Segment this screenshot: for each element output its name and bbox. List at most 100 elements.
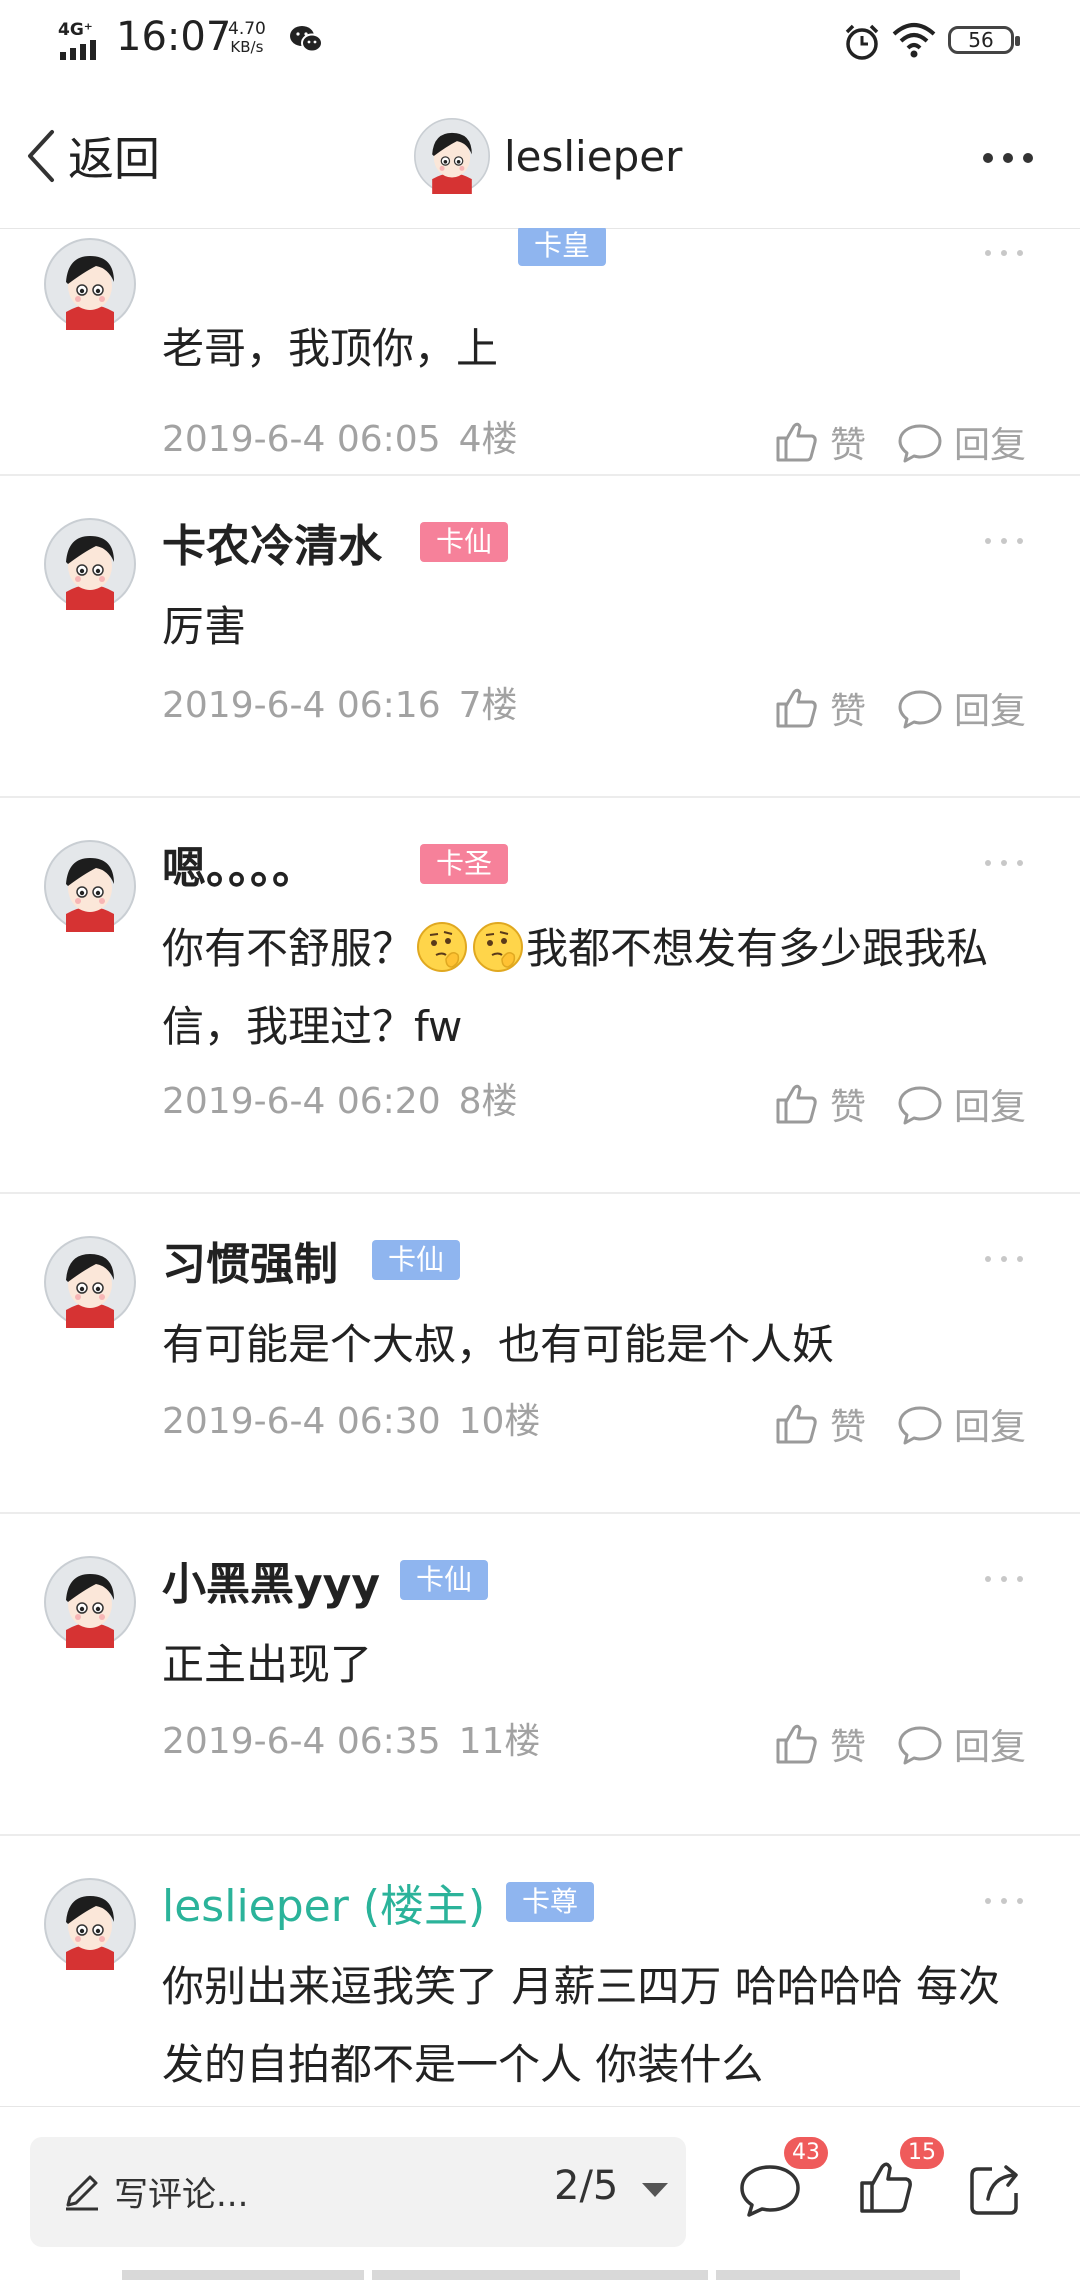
like-button[interactable]: 赞: [772, 416, 866, 468]
network-type: 4G⁺: [58, 20, 93, 40]
more-dots-icon[interactable]: [984, 536, 1024, 546]
comment-meta: 2019-6-4 06:30 10楼: [162, 1392, 540, 1444]
alarm-icon: [845, 24, 879, 60]
like-label: 赞: [830, 1087, 867, 1128]
wechat-icon: [290, 26, 323, 53]
comment-time: 2019-6-4 06:35: [162, 1721, 441, 1762]
like-label: 赞: [830, 691, 867, 732]
avatar[interactable]: [44, 1556, 136, 1648]
comment-time: 2019-6-4 06:16: [162, 685, 441, 726]
reply-label: 回复: [954, 1087, 1027, 1128]
more-dots-icon[interactable]: [984, 858, 1024, 868]
nav-indicator: [716, 2270, 960, 2280]
avatar[interactable]: [44, 1236, 136, 1328]
reply-bubble-icon: [896, 1400, 944, 1448]
floor-number: 7楼: [458, 685, 518, 726]
reply-button[interactable]: 回复: [896, 682, 1026, 734]
level-badge: 卡仙: [400, 1560, 489, 1600]
comment-content: 老哥，我顶你，上: [162, 324, 499, 373]
reply-button[interactable]: 回复: [896, 1398, 1026, 1450]
comment-content: 你有不舒服？ 我都不想发有多少跟我私信，我理过？fw: [162, 910, 1022, 1066]
thinking-emoji-icon: [416, 921, 468, 973]
comment-actions: 赞 回复: [772, 1394, 1026, 1454]
like-button[interactable]: 赞: [772, 1718, 866, 1770]
more-dots-icon[interactable]: [980, 148, 1036, 168]
content-text: 你有不舒服？: [162, 924, 415, 973]
like-label: 赞: [830, 1407, 867, 1448]
reply-button[interactable]: 回复: [896, 1078, 1026, 1130]
like-button[interactable]: 赞: [772, 1398, 866, 1450]
username[interactable]: 嗯。。。。: [162, 832, 316, 896]
level-badge: 卡尊: [506, 1882, 595, 1922]
avatar[interactable]: [44, 238, 136, 330]
battery-level: 56: [968, 28, 994, 52]
comment-actions: 赞 回复: [772, 1074, 1026, 1134]
nav-indicator: [372, 2270, 708, 2280]
comment-content: 正主出现了: [162, 1640, 373, 1689]
username[interactable]: 习惯强制: [162, 1228, 338, 1292]
more-dots-icon[interactable]: [984, 248, 1024, 258]
comment-time: 2019-6-4 06:30: [162, 1401, 441, 1442]
username[interactable]: leslieper (楼主): [162, 1870, 485, 1934]
reply-bubble-icon: [896, 1080, 944, 1128]
back-chevron-icon: [28, 130, 54, 182]
nav-bar: 返回 leslieper: [0, 84, 1080, 229]
username[interactable]: 卡农冷清水: [162, 510, 382, 574]
reply-bubble-icon: [896, 418, 944, 466]
bottom-bar: 写评论... 2/5 43 15: [0, 2106, 1080, 2281]
comment-content: 厉害: [162, 602, 247, 651]
thinking-emoji-icon: [472, 921, 524, 973]
reply-bubble-icon: [896, 1720, 944, 1768]
status-bar: 4G⁺ 16:07 4.70 KB/s 56: [0, 0, 1080, 84]
share-icon[interactable]: [966, 2159, 1026, 2219]
comment-actions: 赞 回复: [772, 1714, 1026, 1774]
comment-content: 有可能是个大叔，也有可能是个人妖: [162, 1320, 835, 1369]
thumbs-up-icon: [772, 1720, 820, 1768]
pencil-icon: [66, 2175, 98, 2211]
avatar[interactable]: [44, 840, 136, 932]
comment-content: 你别出来逗我笑了 月薪三四万 哈哈哈哈 每次发的自拍都不是一个人 你装什么: [162, 1962, 1001, 2089]
username[interactable]: 小黑黑yyy: [162, 1548, 380, 1612]
more-dots-icon[interactable]: [984, 1896, 1024, 1906]
nav-indicator: [122, 2270, 364, 2280]
comment-icon[interactable]: [738, 2163, 802, 2219]
level-badge: 卡圣: [420, 844, 509, 884]
comment-time: 2019-6-4 06:05: [162, 419, 441, 460]
back-button[interactable]: 返回: [22, 120, 160, 192]
level-badge: 卡仙: [420, 522, 509, 562]
reply-button[interactable]: 回复: [896, 1718, 1026, 1770]
more-dots-icon[interactable]: [984, 1254, 1024, 1264]
reply-label: 回复: [954, 1407, 1027, 1448]
like-button[interactable]: 赞: [772, 1078, 866, 1130]
comment-input[interactable]: 写评论... 2/5: [30, 2137, 686, 2247]
caret-down-icon[interactable]: [642, 2183, 668, 2197]
comment-item: 小黑黑yyy 卡仙 正主出现了 2019-6-4 06:35 11楼 赞 回复: [0, 1514, 1080, 1836]
comment-item: 卡皇 老哥，我顶你，上 2019-6-4 06:05 4楼 赞 回复: [0, 228, 1080, 476]
comment-count-badge: 43: [784, 2137, 828, 2169]
like-button[interactable]: 赞: [772, 682, 866, 734]
floor-number: 4楼: [458, 419, 518, 460]
comment-item: 嗯。。。。 卡圣 你有不舒服？ 我都不想发有多少跟我私信，我理过？fw 2019-…: [0, 798, 1080, 1194]
avatar[interactable]: [44, 518, 136, 610]
comment-meta: 2019-6-4 06:05 4楼: [162, 410, 518, 462]
comment-actions: 赞 回复: [772, 678, 1026, 738]
signal-icon: 4G⁺: [58, 20, 104, 60]
more-dots-icon[interactable]: [984, 1574, 1024, 1584]
page-indicator[interactable]: 2/5: [554, 2163, 618, 2209]
floor-number: 8楼: [458, 1081, 518, 1122]
reply-label: 回复: [954, 425, 1027, 466]
reply-label: 回复: [954, 1727, 1027, 1768]
thumbs-up-icon: [772, 1400, 820, 1448]
thumbs-up-icon: [772, 1080, 820, 1128]
reply-label: 回复: [954, 691, 1027, 732]
comment-list: 卡皇 老哥，我顶你，上 2019-6-4 06:05 4楼 赞 回复 卡农冷清水 …: [0, 228, 1080, 2106]
comment-time: 2019-6-4 06:20: [162, 1081, 441, 1122]
reply-button[interactable]: 回复: [896, 416, 1026, 468]
like-label: 赞: [830, 1727, 867, 1768]
comment-item: leslieper (楼主) 卡尊 你别出来逗我笑了 月薪三四万 哈哈哈哈 每次…: [0, 1836, 1080, 2106]
nav-user[interactable]: leslieper: [414, 114, 682, 198]
back-label: 返回: [68, 132, 160, 186]
comment-meta: 2019-6-4 06:16 7楼: [162, 676, 518, 728]
avatar: [414, 118, 490, 194]
avatar[interactable]: [44, 1878, 136, 1970]
